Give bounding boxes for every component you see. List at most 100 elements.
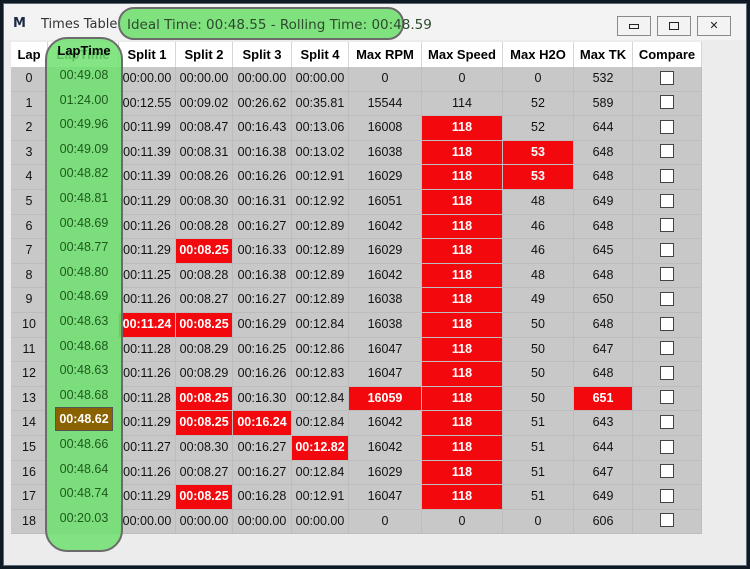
column-header-lap[interactable]: Lap: [11, 42, 48, 67]
column-header-s3[interactable]: Split 3: [233, 42, 292, 67]
rpm-cell: 16047: [349, 362, 422, 387]
s1-cell: 00:11.29: [119, 411, 176, 436]
s3-cell: 00:16.27: [233, 435, 292, 461]
rpm-cell: 16038: [349, 140, 422, 166]
lap-cell: 16: [11, 460, 48, 486]
compare-checkbox[interactable]: [660, 144, 674, 159]
compare-checkbox[interactable]: [660, 513, 674, 528]
s3-cell: 00:16.24: [233, 411, 292, 436]
compare-cell: [633, 288, 702, 313]
compare-checkbox[interactable]: [660, 169, 674, 184]
compare-checkbox[interactable]: [660, 439, 674, 454]
compare-checkbox[interactable]: [660, 488, 674, 503]
s1-cell: 00:11.29: [119, 485, 176, 510]
compare-checkbox[interactable]: [660, 242, 674, 257]
speed-cell: 118: [422, 435, 503, 461]
lap-cell: 9: [11, 288, 48, 313]
title-bar[interactable]: M Times Table Ideal Time: 00:48.55 - Rol…: [4, 4, 746, 40]
compare-checkbox[interactable]: [660, 365, 674, 380]
speed-cell: 118: [422, 460, 503, 486]
column-header-s4[interactable]: Split 4: [292, 42, 349, 67]
compare-checkbox[interactable]: [660, 95, 674, 110]
s2-cell: 00:00.00: [176, 509, 233, 535]
s2-cell: 00:08.26: [176, 165, 233, 190]
laptime-header-label: LapTime: [57, 43, 111, 58]
s1-cell: 00:11.39: [119, 165, 176, 190]
column-header-s2[interactable]: Split 2: [176, 42, 233, 67]
laptime-value: 01:24.00: [59, 92, 109, 107]
s1-cell: 00:11.29: [119, 239, 176, 264]
laptime-value: 00:48.74: [59, 486, 109, 501]
close-button[interactable]: ✕: [697, 16, 731, 36]
s2-cell: 00:08.47: [176, 116, 233, 141]
compare-checkbox[interactable]: [660, 193, 674, 208]
compare-checkbox[interactable]: [660, 70, 674, 85]
tk-cell: 648: [574, 312, 633, 338]
h2o-cell: 46: [503, 214, 574, 240]
laptime-value: 00:48.64: [59, 461, 109, 476]
s1-cell: 00:00.00: [119, 67, 176, 92]
compare-checkbox[interactable]: [660, 390, 674, 405]
s1-cell: 00:11.24: [119, 312, 176, 338]
lap-cell: 2: [11, 116, 48, 141]
rpm-cell: 16038: [349, 312, 422, 338]
compare-cell: [633, 411, 702, 436]
s1-cell: 00:11.99: [119, 116, 176, 141]
rpm-cell: 16042: [349, 214, 422, 240]
compare-checkbox[interactable]: [660, 292, 674, 307]
column-header-rpm[interactable]: Max RPM: [349, 42, 422, 67]
laptime-value: 00:48.81: [59, 190, 109, 205]
ideal-rolling-time-highlight: Ideal Time: 00:48.55 - Rolling Time: 00:…: [118, 7, 432, 40]
compare-checkbox[interactable]: [660, 119, 674, 134]
rpm-cell: 16051: [349, 189, 422, 215]
speed-cell: 118: [422, 411, 503, 436]
rpm-cell: 0: [349, 509, 422, 535]
maximize-button[interactable]: [657, 16, 691, 36]
s4-cell: 00:12.89: [292, 263, 349, 289]
h2o-cell: 50: [503, 312, 574, 338]
s3-cell: 00:16.38: [233, 263, 292, 289]
speed-cell: 118: [422, 362, 503, 387]
tk-cell: 648: [574, 214, 633, 240]
s2-cell: 00:08.27: [176, 460, 233, 486]
compare-cell: [633, 362, 702, 387]
h2o-cell: 0: [503, 67, 574, 92]
compare-cell: [633, 386, 702, 412]
compare-checkbox[interactable]: [660, 464, 674, 479]
compare-cell: [633, 312, 702, 338]
laptime-value: 00:48.63: [59, 363, 109, 378]
compare-cell: [633, 116, 702, 141]
s3-cell: 00:16.27: [233, 460, 292, 486]
laptime-value: 00:48.68: [59, 338, 109, 353]
compare-checkbox[interactable]: [660, 267, 674, 282]
column-header-h2o[interactable]: Max H2O: [503, 42, 574, 67]
s4-cell: 00:12.84: [292, 312, 349, 338]
compare-checkbox[interactable]: [660, 218, 674, 233]
speed-cell: 118: [422, 263, 503, 289]
h2o-cell: 0: [503, 509, 574, 535]
compare-checkbox[interactable]: [660, 341, 674, 356]
h2o-cell: 50: [503, 386, 574, 412]
rpm-cell: 15544: [349, 91, 422, 117]
speed-cell: 118: [422, 337, 503, 363]
s4-cell: 00:12.89: [292, 214, 349, 240]
s4-cell: 00:12.84: [292, 386, 349, 412]
h2o-cell: 46: [503, 239, 574, 264]
laptime-value: 00:20.03: [59, 510, 109, 525]
s1-cell: 00:11.27: [119, 435, 176, 461]
rpm-cell: 16008: [349, 116, 422, 141]
compare-checkbox[interactable]: [660, 316, 674, 331]
compare-checkbox[interactable]: [660, 415, 674, 430]
column-header-compare[interactable]: Compare: [633, 42, 702, 67]
tk-cell: 644: [574, 435, 633, 461]
column-header-s1[interactable]: Split 1: [119, 42, 176, 67]
lap-cell: 1: [11, 91, 48, 117]
s2-cell: 00:08.31: [176, 140, 233, 166]
h2o-cell: 52: [503, 116, 574, 141]
h2o-cell: 50: [503, 362, 574, 387]
minimize-button[interactable]: [617, 16, 651, 36]
ideal-rolling-time-text: Ideal Time: 00:48.55 - Rolling Time: 00:…: [127, 17, 432, 33]
column-header-speed[interactable]: Max Speed: [422, 42, 503, 67]
column-header-tk[interactable]: Max TK: [574, 42, 633, 67]
s3-cell: 00:16.28: [233, 485, 292, 510]
